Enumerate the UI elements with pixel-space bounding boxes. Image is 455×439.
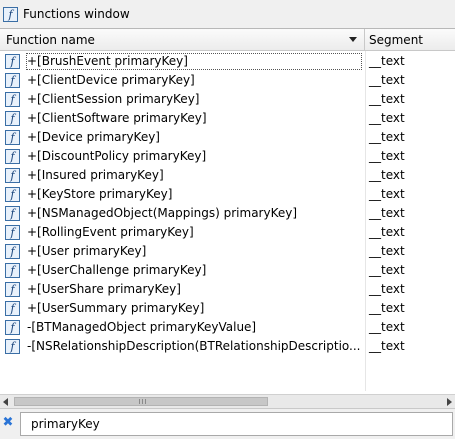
function-icon: f — [5, 320, 20, 335]
segment-cell: __text — [369, 111, 405, 125]
function-icon: f — [3, 6, 18, 22]
function-name-cell: +[ClientDevice primaryKey] — [27, 73, 195, 87]
window-title: Functions window — [23, 7, 130, 21]
clear-filter-icon[interactable]: ✖ — [2, 416, 14, 429]
function-icon: f — [5, 263, 20, 278]
function-icon: f — [5, 339, 20, 354]
segment-cell: __text — [369, 187, 405, 201]
filter-bar: ✖ — [0, 408, 455, 439]
segment-cell: __text — [369, 206, 405, 220]
function-name-cell: +[BrushEvent primaryKey] — [25, 52, 363, 71]
table-row[interactable]: f +[UserShare primaryKey] __text — [0, 280, 455, 299]
segment-cell: __text — [369, 301, 405, 315]
table-row[interactable]: f -[NSRelationshipDescription(BTRelation… — [0, 337, 455, 356]
function-name-cell: +[DiscountPolicy primaryKey] — [27, 149, 207, 163]
function-icon: f — [5, 168, 20, 183]
function-name-cell: +[UserSummary primaryKey] — [27, 301, 205, 315]
table-header: Function name Segment — [0, 29, 455, 51]
scroll-left-arrow-icon[interactable] — [3, 398, 8, 406]
function-name-cell: +[User primaryKey] — [27, 244, 147, 258]
function-name-cell: -[BTManagedObject primaryKeyValue] — [27, 320, 257, 334]
table-row[interactable]: f +[BrushEvent primaryKey] __text — [0, 52, 455, 71]
segment-cell: __text — [369, 282, 405, 296]
column-header-segment[interactable]: Segment — [365, 29, 455, 50]
segment-cell: __text — [369, 225, 405, 239]
function-name-cell: +[Device primaryKey] — [27, 130, 160, 144]
function-name-cell: +[Insured primaryKey] — [27, 168, 164, 182]
column-header-function-name[interactable]: Function name — [0, 29, 365, 50]
function-icon: f — [5, 92, 20, 107]
function-name-cell: +[UserChallenge primaryKey] — [27, 263, 207, 277]
scroll-right-arrow-icon[interactable] — [447, 398, 452, 406]
table-row[interactable]: f +[KeyStore primaryKey] __text — [0, 185, 455, 204]
grip-line — [139, 399, 140, 404]
column-header-label: Function name — [6, 32, 95, 47]
table-body: f +[BrushEvent primaryKey] __text f +[Cl… — [0, 52, 455, 356]
segment-cell: __text — [369, 320, 405, 334]
table-row[interactable]: f +[ClientSession primaryKey] __text — [0, 90, 455, 109]
segment-cell: __text — [369, 339, 405, 353]
function-name-cell: +[RollingEvent primaryKey] — [27, 225, 194, 239]
function-name-cell: +[ClientSession primaryKey] — [27, 92, 200, 106]
function-icon: f — [5, 282, 20, 297]
table-row[interactable]: f +[NSManagedObject(Mappings) primaryKey… — [0, 204, 455, 223]
filter-input[interactable] — [20, 412, 453, 436]
table-row[interactable]: f +[Insured primaryKey] __text — [0, 166, 455, 185]
segment-cell: __text — [369, 168, 405, 182]
grip-line — [142, 399, 143, 404]
table-row[interactable]: f +[UserSummary primaryKey] __text — [0, 299, 455, 318]
table-row[interactable]: f +[DiscountPolicy primaryKey] __text — [0, 147, 455, 166]
function-icon: f — [5, 130, 20, 145]
scrollbar-thumb[interactable] — [14, 397, 268, 406]
function-icon: f — [5, 54, 20, 69]
function-icon: f — [5, 244, 20, 259]
column-header-label: Segment — [369, 32, 423, 47]
function-icon: f — [5, 301, 20, 316]
table-row[interactable]: f +[Device primaryKey] __text — [0, 128, 455, 147]
function-icon: f — [5, 225, 20, 240]
function-icon: f — [5, 111, 20, 126]
function-icon: f — [5, 73, 20, 88]
segment-cell: __text — [369, 149, 405, 163]
table-row[interactable]: f +[UserChallenge primaryKey] __text — [0, 261, 455, 280]
function-name-cell: -[NSRelationshipDescription(BTRelationsh… — [27, 339, 361, 353]
function-name-cell: +[ClientSoftware primaryKey] — [27, 111, 207, 125]
function-name-cell: +[NSManagedObject(Mappings) primaryKey] — [27, 206, 298, 220]
table-row[interactable]: f +[ClientSoftware primaryKey] __text — [0, 109, 455, 128]
table-row[interactable]: f +[User primaryKey] __text — [0, 242, 455, 261]
function-icon: f — [5, 187, 20, 202]
function-icon: f — [5, 149, 20, 164]
segment-cell: __text — [369, 130, 405, 144]
function-name-cell: +[KeyStore primaryKey] — [27, 187, 173, 201]
segment-cell: __text — [369, 54, 405, 68]
grip-line — [145, 399, 146, 404]
segment-cell: __text — [369, 73, 405, 87]
function-name-cell: +[UserShare primaryKey] — [27, 282, 181, 296]
sort-descending-icon[interactable] — [349, 37, 357, 42]
window-titlebar: f Functions window — [0, 0, 455, 28]
table-row[interactable]: f -[BTManagedObject primaryKeyValue] __t… — [0, 318, 455, 337]
functions-table: Function name Segment f +[BrushEvent pri… — [0, 28, 455, 393]
function-icon: f — [5, 206, 20, 221]
segment-cell: __text — [369, 92, 405, 106]
segment-cell: __text — [369, 244, 405, 258]
table-row[interactable]: f +[ClientDevice primaryKey] __text — [0, 71, 455, 90]
table-row[interactable]: f +[RollingEvent primaryKey] __text — [0, 223, 455, 242]
horizontal-scrollbar[interactable] — [0, 394, 455, 408]
segment-cell: __text — [369, 263, 405, 277]
